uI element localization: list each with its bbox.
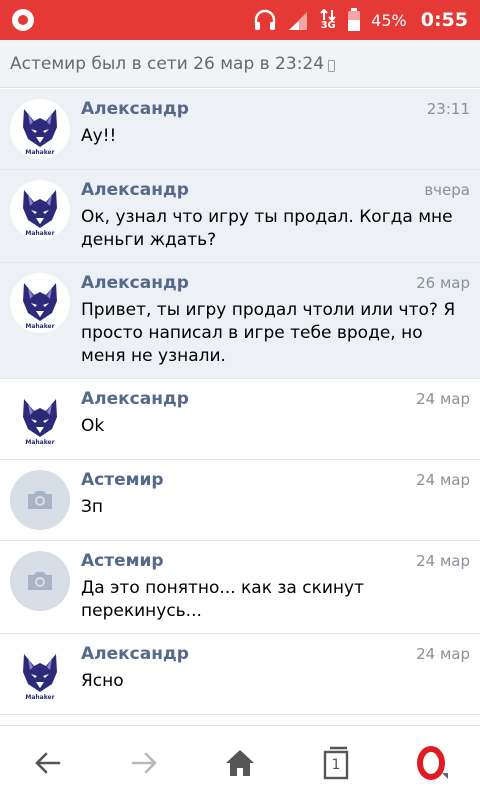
message-row[interactable]: Mahaker Александр вчера Ок, узнал что игру … (0, 170, 480, 263)
network-label: 3G (320, 20, 336, 31)
browser-nav-bar: 1 (0, 725, 480, 800)
avatar-logo-text: Mahaker (25, 323, 54, 329)
last-seen-text: Астемир был в сети 26 мар в 23:24 (10, 53, 325, 74)
message-row[interactable]: Mahaker Александр 24 мар Ясно (0, 634, 480, 715)
message-header: Астемир 24 мар (81, 470, 470, 490)
camera-icon (28, 491, 52, 509)
status-bar: 3G 45% 0:55 (0, 0, 480, 40)
avatar[interactable]: Mahaker (10, 273, 70, 333)
message-body: Астемир 24 мар Зп (81, 470, 470, 530)
conversation-header: Астемир был в сети 26 мар в 23:24 (0, 40, 480, 88)
signal-icon (287, 9, 309, 31)
message-header: Александр вчера (81, 180, 470, 200)
message-body: Александр 26 мар Привет, ты игру продал чт… (81, 273, 470, 368)
message-row[interactable]: Астемир 24 мар Зп (0, 460, 480, 541)
battery-icon (347, 8, 361, 32)
message-time: 23:11 (426, 100, 470, 118)
opera-notification-icon (12, 9, 34, 31)
arrow-right-icon (131, 752, 157, 774)
message-row[interactable]: Mahaker Александр 24 мар Ok (0, 379, 480, 460)
message-header: Астемир 24 мар (81, 551, 470, 571)
message-row[interactable]: Mahaker Александр 26 мар Привет, ты игру пр… (0, 263, 480, 379)
avatar[interactable] (10, 470, 70, 530)
message-time: вчера (424, 181, 470, 199)
opera-logo-icon (417, 746, 448, 780)
camera-icon (28, 572, 52, 590)
message-text: Ok (81, 416, 105, 436)
message-body: Александр 23:11 Ау!! (81, 99, 470, 159)
message-text: Зп (81, 497, 104, 517)
message-header: Александр 26 мар (81, 273, 470, 293)
avatar[interactable]: Mahaker (10, 180, 70, 240)
wolf-logo-icon: Mahaker (23, 283, 57, 329)
wolf-logo-icon: Mahaker (23, 654, 57, 700)
message-text: Ясно (81, 671, 124, 691)
opera-menu-button[interactable] (402, 733, 462, 793)
message-time: 24 мар (416, 552, 470, 570)
message-time: 26 мар (416, 274, 470, 292)
avatar[interactable]: Mahaker (10, 389, 70, 449)
message-text: Ау!! (81, 126, 117, 146)
message-body: Александр 24 мар Ясно (81, 644, 470, 704)
avatar-logo-text: Mahaker (25, 694, 54, 700)
back-button[interactable] (18, 733, 78, 793)
sender-name[interactable]: Астемир (81, 470, 164, 490)
sender-name[interactable]: Александр (81, 273, 189, 293)
message-header: Александр 23:11 (81, 99, 470, 119)
message-time: 24 мар (416, 390, 470, 408)
message-time: 24 мар (416, 645, 470, 663)
message-text: Да это понятно... как за скинут перекину… (81, 578, 364, 621)
tabs-count: 1 (331, 757, 341, 773)
home-icon (226, 750, 254, 776)
message-time: 24 мар (416, 471, 470, 489)
tabs-button[interactable]: 1 (306, 733, 366, 793)
avatar-logo-text: Mahaker (25, 230, 54, 236)
avatar[interactable]: Mahaker (10, 644, 70, 704)
battery-percent: 45% (371, 10, 407, 30)
message-body: Александр 24 мар Ok (81, 389, 470, 449)
arrow-left-icon (35, 752, 61, 774)
avatar[interactable] (10, 551, 70, 611)
message-header: Александр 24 мар (81, 389, 470, 409)
avatar-logo-text: Mahaker (25, 439, 54, 445)
avatar-logo-text: Mahaker (25, 149, 54, 155)
sender-name[interactable]: Александр (81, 644, 189, 664)
message-row[interactable]: Mahaker Александр 23:11 Ау!! (0, 89, 480, 170)
avatar[interactable]: Mahaker (10, 99, 70, 159)
message-text: Привет, ты игру продал чтоли или что? Я … (81, 300, 456, 366)
sender-name[interactable]: Александр (81, 389, 189, 409)
wolf-logo-icon: Mahaker (23, 109, 57, 155)
message-header: Александр 24 мар (81, 644, 470, 664)
headphones-icon (253, 9, 277, 31)
home-button[interactable] (210, 733, 270, 793)
message-body: Александр вчера Ок, узнал что игру ты прод… (81, 180, 470, 252)
message-row[interactable]: Астемир 24 мар Да это понятно... как за ск… (0, 541, 480, 634)
message-body: Астемир 24 мар Да это понятно... как за ск… (81, 551, 470, 623)
mobile-phone-icon (328, 59, 336, 72)
message-text: Ок, узнал что игру ты продал. Когда мне … (81, 207, 453, 250)
network-3g-icon: 3G (319, 9, 337, 31)
message-list[interactable]: Mahaker Александр 23:11 Ау!! Mahaker Александ… (0, 89, 480, 725)
clock: 0:55 (420, 9, 468, 31)
sender-name[interactable]: Александр (81, 99, 189, 119)
sender-name[interactable]: Александр (81, 180, 189, 200)
sender-name[interactable]: Астемир (81, 551, 164, 571)
wolf-logo-icon: Mahaker (23, 190, 57, 236)
forward-button[interactable] (114, 733, 174, 793)
wolf-logo-icon: Mahaker (23, 399, 57, 445)
